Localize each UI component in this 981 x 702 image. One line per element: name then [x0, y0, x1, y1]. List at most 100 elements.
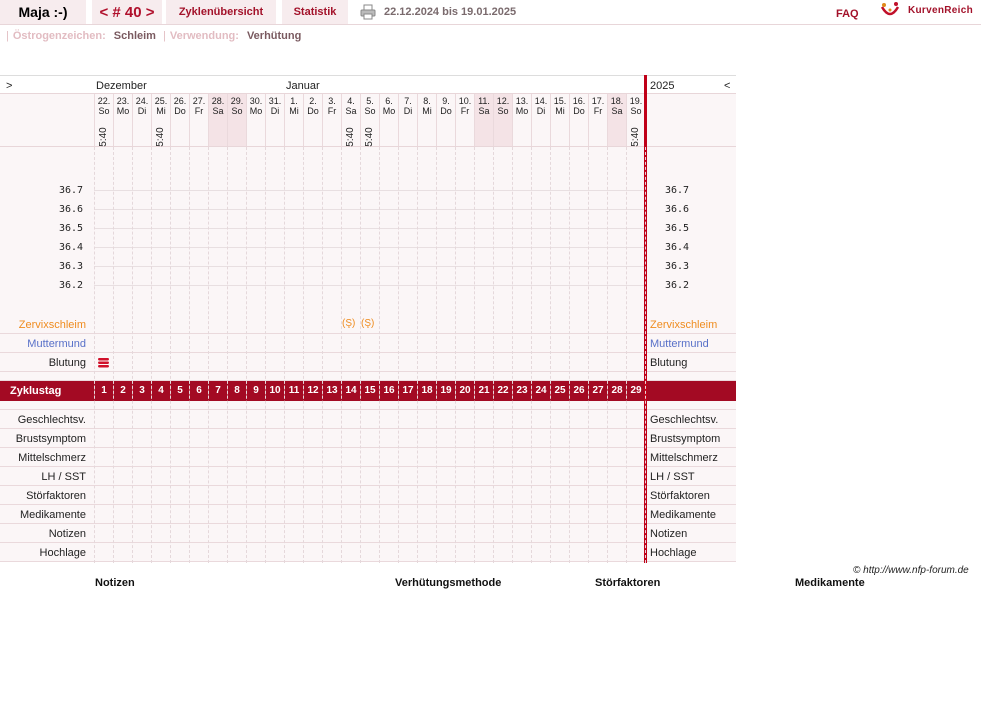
day-column-header[interactable]: 19. So 5:40 [626, 94, 645, 147]
day-weekday: Sa [345, 106, 357, 116]
row-label-muttermund-right: Muttermund [650, 338, 709, 350]
printer-icon[interactable] [360, 4, 376, 20]
day-weekday: So [364, 106, 376, 116]
day-column-header[interactable]: 26. Do [170, 94, 189, 146]
mucus-marker[interactable]: (Ş) [361, 318, 374, 329]
day-column-header[interactable]: 3. Fr [322, 94, 341, 146]
day-column-header[interactable]: 13. Mo [512, 94, 531, 146]
cycle-day-number: 17 [398, 385, 417, 396]
day-column-header[interactable]: 25. Mi 5:40 [151, 94, 170, 147]
cycle-day-number: 29 [626, 385, 645, 396]
day-gridline [379, 147, 380, 563]
cycle-day-number: 28 [607, 385, 626, 396]
day-column-header[interactable]: 24. Di [132, 94, 151, 146]
day-date: 3. [328, 96, 336, 106]
row-label-right: Notizen [650, 528, 688, 540]
day-gridline [455, 147, 456, 563]
cycle-day-number: 2 [113, 385, 132, 396]
day-column-header[interactable]: 4. Sa 5:40 [341, 94, 360, 147]
day-date: 19. [629, 96, 643, 106]
cycle-overview-tab[interactable]: Zyklenübersicht [166, 0, 276, 24]
day-column-header[interactable]: 8. Mi [417, 94, 436, 146]
temperature-label: 36.3 [665, 261, 690, 272]
cycle-day-number: 4 [151, 385, 170, 396]
day-date: 10. [458, 96, 472, 106]
day-column-header[interactable]: 27. Fr [189, 94, 208, 146]
date-range: 22.12.2024 bis 19.01.2025 [384, 6, 517, 18]
day-weekday: Do [174, 106, 186, 116]
day-gridline [227, 147, 228, 563]
day-date: 24. [135, 96, 149, 106]
day-column-header[interactable]: 1. Mi [284, 94, 303, 146]
day-column-header[interactable]: 5. So 5:40 [360, 94, 379, 147]
day-column-header[interactable]: 30. Mo [246, 94, 265, 146]
day-gridline [94, 147, 95, 563]
month-december: Dezember [96, 80, 147, 92]
day-column-header[interactable]: 2. Do [303, 94, 322, 146]
temperature-gridline [94, 247, 644, 248]
faq-link[interactable]: FAQ [836, 8, 859, 20]
day-gridline [550, 147, 551, 563]
day-column-header[interactable]: 10. Fr [455, 94, 474, 146]
day-weekday: Di [270, 106, 280, 116]
day-date: 6. [385, 96, 393, 106]
cycle-day-number: 21 [474, 385, 493, 396]
day-weekday: Do [573, 106, 585, 116]
measurement-time: 5:40 [630, 127, 641, 147]
scroll-left-arrow[interactable]: > [6, 80, 12, 92]
day-date: 1. [290, 96, 298, 106]
measurement-time: 5:40 [155, 127, 166, 147]
bleeding-marker-icon[interactable] [98, 357, 109, 368]
day-date: 4. [347, 96, 355, 106]
scroll-right-arrow[interactable]: < [724, 80, 730, 92]
day-weekday: Mi [156, 106, 166, 116]
day-column-header[interactable]: 15. Mi [550, 94, 569, 146]
measurement-time: 5:40 [98, 127, 109, 147]
day-column-header[interactable]: 17. Fr [588, 94, 607, 146]
day-gridline [417, 147, 418, 563]
day-column-header[interactable]: 7. Di [398, 94, 417, 146]
day-column-header[interactable]: 6. Mo [379, 94, 398, 146]
temperature-label: 36.4 [665, 242, 690, 253]
temperature-gridline [94, 266, 644, 267]
kurvenreich-logo-icon[interactable] [880, 1, 900, 19]
day-date: 15. [553, 96, 567, 106]
brand-name[interactable]: KurvenReich [908, 5, 973, 16]
day-column-header[interactable]: 22. So 5:40 [94, 94, 113, 147]
temperature-label: 36.5 [59, 223, 84, 234]
day-gridline [322, 147, 323, 563]
mucus-marker[interactable]: (Ş) [342, 318, 355, 329]
row-label: LH / SST [41, 471, 86, 483]
day-column-header[interactable]: 29. So [227, 94, 246, 146]
usage-label: Verwendung: [169, 30, 239, 42]
day-column-header[interactable]: 23. Mo [113, 94, 132, 146]
day-column-header[interactable]: 18. Sa [607, 94, 626, 146]
copyright[interactable]: © http://www.nfp-forum.de [853, 565, 969, 576]
day-weekday: Mi [289, 106, 299, 116]
day-column-header[interactable]: 11. Sa [474, 94, 493, 146]
cycle-day-number: 18 [417, 385, 436, 396]
day-date: 31. [268, 96, 282, 106]
footer-meds-heading: Medikamente [795, 577, 865, 589]
temperature-label: 36.2 [665, 280, 690, 291]
day-weekday: Mi [555, 106, 565, 116]
row-label-muttermund: Muttermund [27, 338, 86, 350]
cycle-day-number: 11 [284, 385, 303, 396]
day-gridline [151, 147, 152, 563]
day-column-header[interactable]: 16. Do [569, 94, 588, 146]
day-column-header[interactable]: 31. Di [265, 94, 284, 146]
day-weekday: Fr [194, 106, 204, 116]
row-label: Störfaktoren [26, 490, 86, 502]
day-gridline [189, 147, 190, 563]
day-column-header[interactable]: 12. So [493, 94, 512, 146]
day-gridline [607, 147, 608, 563]
day-gridline [493, 147, 494, 563]
statistics-tab[interactable]: Statistik [282, 0, 348, 24]
user-name[interactable]: Maja :-) [0, 0, 86, 24]
cycle-navigator[interactable]: < # 40 > [92, 0, 162, 24]
day-date: 29. [230, 96, 244, 106]
day-column-header[interactable]: 9. Do [436, 94, 455, 146]
day-column-header[interactable]: 28. Sa [208, 94, 227, 146]
month-row: > Dezember Januar 2025 < [0, 75, 736, 94]
day-column-header[interactable]: 14. Di [531, 94, 550, 146]
